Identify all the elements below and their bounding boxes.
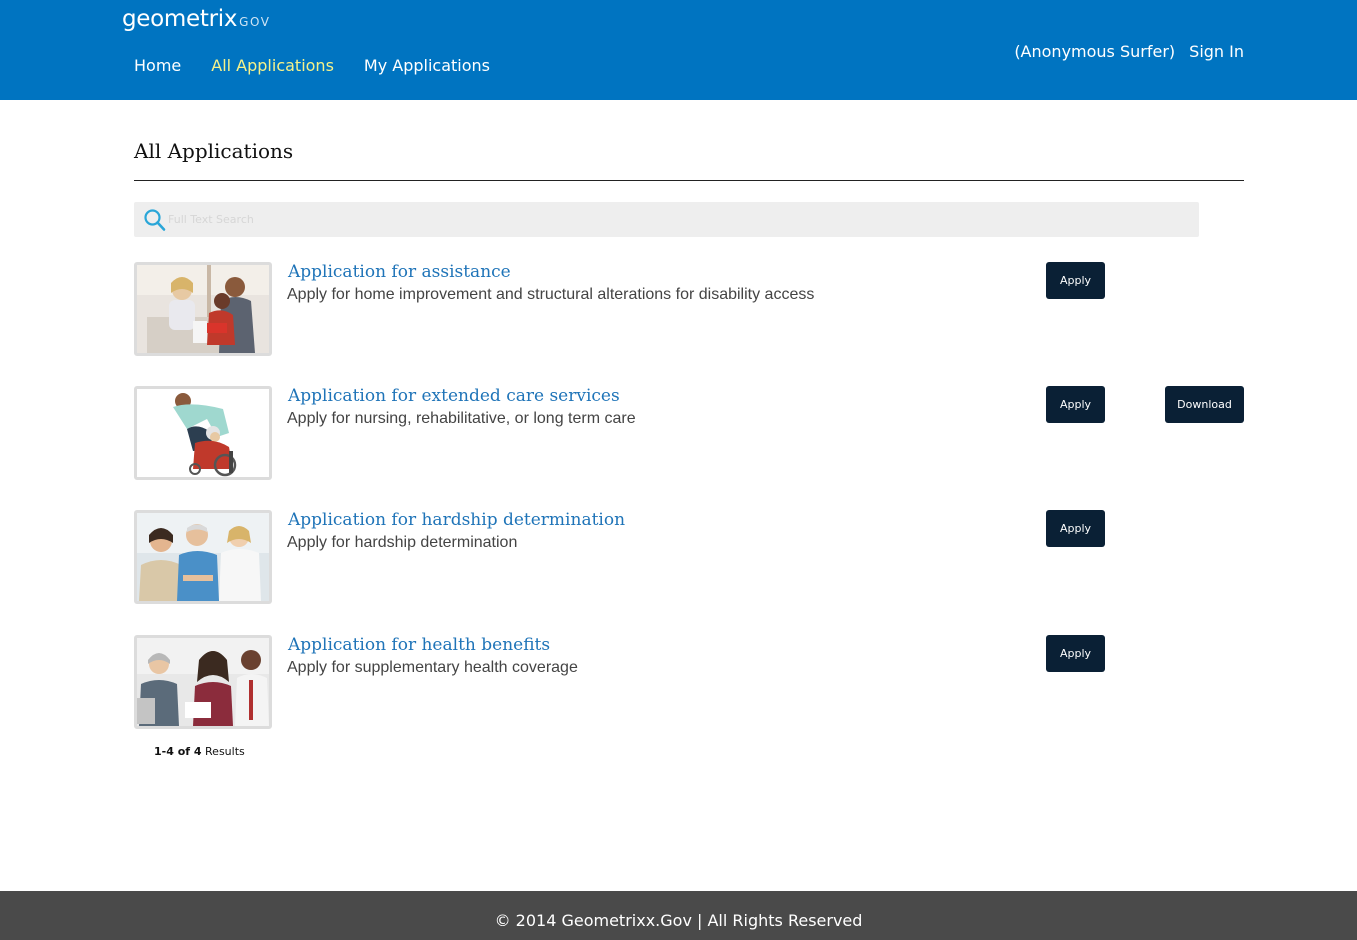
list-item: Application for health benefits Apply fo… — [134, 635, 1244, 729]
result-title-link[interactable]: Application for health benefits — [288, 635, 550, 655]
site-logo[interactable]: geometrixGOV — [122, 6, 270, 32]
result-description: Apply for nursing, rehabilitative, or lo… — [287, 410, 636, 428]
list-item: Application for assistance Apply for hom… — [134, 262, 1244, 356]
result-description: Apply for supplementary health coverage — [287, 659, 578, 677]
logo-suffix: GOV — [239, 15, 270, 29]
user-area: (Anonymous Surfer) Sign In — [1014, 42, 1244, 61]
site-footer: © 2014 Geometrixx.Gov | All Rights Reser… — [0, 891, 1357, 940]
nav-item-my-applications[interactable]: My Applications — [364, 56, 490, 75]
title-divider — [134, 180, 1244, 181]
results-range: 1-4 of 4 — [154, 745, 202, 758]
apply-button[interactable]: Apply — [1046, 386, 1105, 423]
list-item: Application for hardship determination A… — [134, 510, 1244, 604]
apply-button[interactable]: Apply — [1046, 262, 1105, 299]
results-count: 1-4 of 4 Results — [154, 745, 245, 758]
result-thumbnail[interactable] — [134, 262, 272, 356]
result-description: Apply for home improvement and structura… — [287, 286, 814, 304]
nav-item-all-applications[interactable]: All Applications — [211, 56, 334, 75]
search-icon[interactable] — [143, 208, 167, 232]
sign-in-link[interactable]: Sign In — [1189, 42, 1244, 61]
result-title-link[interactable]: Application for hardship determination — [288, 510, 625, 530]
user-name: (Anonymous Surfer) — [1014, 42, 1175, 61]
list-item: Application for extended care services A… — [134, 386, 1244, 480]
search-bar — [134, 202, 1199, 237]
download-button[interactable]: Download — [1165, 386, 1244, 423]
result-title-link[interactable]: Application for extended care services — [288, 386, 620, 406]
result-thumbnail[interactable] — [134, 386, 272, 480]
search-input[interactable] — [168, 202, 1188, 237]
site-header: geometrixGOV Home All Applications My Ap… — [0, 0, 1357, 100]
apply-button[interactable]: Apply — [1046, 510, 1105, 547]
nav-item-home[interactable]: Home — [134, 56, 181, 75]
results-suffix: Results — [205, 745, 245, 758]
logo-text: geometrix — [122, 6, 237, 32]
page-title: All Applications — [134, 139, 293, 163]
result-thumbnail[interactable] — [134, 635, 272, 729]
footer-copyright: © 2014 Geometrixx.Gov | All Rights Reser… — [0, 911, 1357, 930]
result-thumbnail[interactable] — [134, 510, 272, 604]
main-nav: Home All Applications My Applications — [134, 56, 490, 75]
result-title-link[interactable]: Application for assistance — [288, 262, 511, 282]
result-description: Apply for hardship determination — [287, 534, 517, 552]
apply-button[interactable]: Apply — [1046, 635, 1105, 672]
